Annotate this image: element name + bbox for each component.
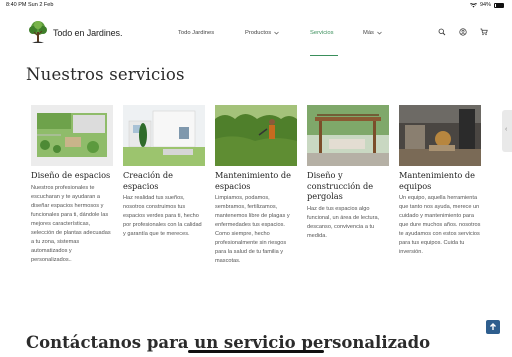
status-right: 94% (469, 2, 504, 8)
nav-todo-jardines[interactable]: Todo Jardines (178, 30, 214, 36)
nav-mas[interactable]: Más (363, 30, 382, 36)
card-title: Diseño de espacios (31, 170, 111, 180)
gardener-hedge-image (215, 105, 297, 166)
home-indicator[interactable] (188, 350, 324, 353)
scroll-top-button[interactable] (486, 320, 500, 334)
nav-label: Todo Jardines (178, 30, 215, 36)
chevron-down-icon (274, 31, 279, 35)
status-time: 8:40 PM Sun 2 Feb (6, 2, 54, 8)
garden-plan-image (31, 105, 113, 166)
service-card-creacion[interactable]: Creación de espacios Haz realidad tus su… (123, 105, 205, 239)
ios-status-bar: 8:40 PM Sun 2 Feb 94% (0, 0, 512, 12)
card-text: Haz de tus espacios algo funcional, un á… (307, 205, 380, 239)
nav-servicios[interactable]: Servicios (310, 30, 334, 36)
service-card-pergolas[interactable]: Diseño y construcción de pergolas Haz de… (307, 105, 389, 241)
chevron-down-icon (377, 31, 382, 35)
scroll-top-icon (490, 323, 496, 330)
site-header: Todo en Jardines. Todo Jardines Producto… (0, 12, 512, 57)
side-tab-chevron-icon: ‹ (505, 126, 508, 133)
nav-label: Más (363, 30, 374, 36)
site-logo[interactable]: Todo en Jardines. (28, 20, 122, 46)
service-card-equipos[interactable]: Mantenimiento de equipos Un equipo, aque… (399, 105, 481, 257)
cart-icon[interactable] (480, 28, 488, 36)
modern-house-image (123, 105, 205, 166)
section-title: Nuestros servicios (26, 65, 185, 84)
battery-icon (494, 2, 504, 8)
side-tab[interactable]: ‹ (502, 110, 512, 152)
pergola-image (307, 105, 389, 166)
tree-logo-icon (29, 21, 47, 43)
card-text: Limpiamos, podamos, sembramos, fertiliza… (215, 195, 290, 264)
nav-productos[interactable]: Productos (245, 30, 279, 36)
card-title: Mantenimiento de espacios (215, 170, 291, 191)
wifi-icon (469, 2, 477, 7)
card-title: Creación de espacios (123, 170, 174, 191)
service-card-mantenimiento[interactable]: Mantenimiento de espacios Limpiamos, pod… (215, 105, 297, 266)
nav-label: Productos (245, 30, 272, 36)
search-icon[interactable] (438, 28, 446, 36)
service-card-diseno[interactable]: Diseño de espacios Nuestros profesionale… (31, 105, 113, 265)
workshop-image (399, 105, 481, 166)
user-icon[interactable] (459, 28, 467, 36)
active-nav-indicator (310, 55, 338, 57)
card-text: Nuestros profesionales te escucharan y t… (31, 184, 111, 263)
nav-label: Servicios (310, 30, 334, 36)
header-actions (438, 28, 488, 36)
card-title: Diseño y construcción de pergolas (307, 170, 374, 201)
card-text: Haz realidad tus sueños, nosotros constr… (123, 195, 202, 237)
card-text: Un equipo, aquella herramienta que tanto… (399, 195, 481, 255)
card-title: Mantenimiento de equipos (399, 170, 475, 191)
site-name: Todo en Jardines. (53, 28, 123, 38)
battery-percent: 94% (479, 2, 491, 8)
